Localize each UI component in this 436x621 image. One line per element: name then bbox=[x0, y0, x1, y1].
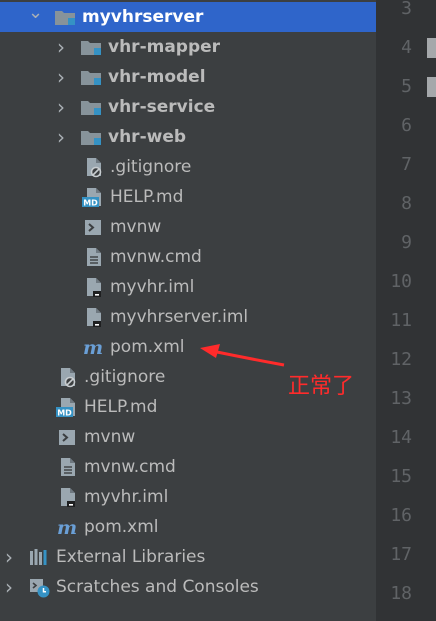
tree-item[interactable]: ⌄ myvhrserver bbox=[0, 2, 376, 32]
tree-item-label: vhr-model bbox=[108, 67, 206, 87]
chevron-right-icon[interactable]: › bbox=[54, 65, 68, 89]
libraries-icon bbox=[28, 546, 50, 568]
line-number: 6 bbox=[401, 115, 412, 136]
tree-item[interactable]: mvnw.cmd bbox=[0, 452, 376, 482]
svg-text:m: m bbox=[83, 337, 103, 358]
tree-item-label: myvhr.iml bbox=[84, 487, 169, 507]
tree-item-label: .gitignore bbox=[110, 157, 192, 177]
text-file-icon bbox=[56, 456, 78, 478]
tree-item[interactable]: › vhr-service bbox=[0, 92, 376, 122]
module-folder-icon bbox=[80, 126, 102, 148]
tree-item-label: myvhrserver bbox=[82, 7, 204, 27]
text-file-icon bbox=[82, 246, 104, 268]
tree-item[interactable]: m pom.xml bbox=[0, 332, 376, 362]
iml-file-icon bbox=[82, 276, 104, 298]
line-number: 7 bbox=[401, 154, 412, 175]
tree-item-label: myvhrserver.iml bbox=[110, 307, 249, 327]
line-number: 9 bbox=[401, 232, 412, 253]
tree-item-label: .gitignore bbox=[84, 367, 166, 387]
tree-item[interactable]: › vhr-model bbox=[0, 62, 376, 92]
tree-item-label: mvnw.cmd bbox=[84, 457, 176, 477]
tree-item-label: HELP.md bbox=[84, 397, 158, 417]
tree-item-label: External Libraries bbox=[56, 547, 206, 567]
tree-item-label: mvnw bbox=[84, 427, 136, 447]
tree-item-label: mvnw bbox=[110, 217, 162, 237]
line-number: 3 bbox=[401, 0, 412, 19]
svg-text:m: m bbox=[57, 517, 77, 538]
tree-item[interactable]: mvnw bbox=[0, 212, 376, 242]
tree-item[interactable]: › Scratches and Consoles bbox=[0, 572, 376, 602]
shell-script-icon bbox=[56, 426, 78, 448]
line-number: 12 bbox=[390, 349, 412, 370]
project-tree-panel: ⌄ myvhrserver › vhr-mapper › vhr-model › vhr-se… bbox=[0, 0, 376, 621]
line-number: 10 bbox=[390, 271, 412, 292]
tree-item-label: myvhr.iml bbox=[110, 277, 195, 297]
tree-item[interactable]: myvhr.iml bbox=[0, 482, 376, 512]
line-number: 4 bbox=[401, 37, 412, 58]
line-number: 18 bbox=[390, 583, 412, 604]
tree-item[interactable]: › vhr-web bbox=[0, 122, 376, 152]
line-number: 14 bbox=[390, 427, 412, 448]
fold-marker[interactable] bbox=[427, 38, 436, 58]
maven-pom-icon: m bbox=[56, 516, 78, 538]
tree-item[interactable]: myvhrserver.iml bbox=[0, 302, 376, 332]
line-number: 13 bbox=[390, 388, 412, 409]
annotation-arrow bbox=[200, 344, 285, 367]
maven-pom-icon: m bbox=[82, 336, 104, 358]
markdown-file-icon: MD bbox=[56, 396, 78, 418]
iml-file-icon bbox=[56, 486, 78, 508]
fold-marker[interactable] bbox=[427, 77, 436, 97]
shell-script-icon bbox=[82, 216, 104, 238]
tree-item[interactable]: › vhr-mapper bbox=[0, 32, 376, 62]
tree-item-label: vhr-service bbox=[108, 97, 216, 117]
tree-item-label: mvnw.cmd bbox=[110, 247, 202, 267]
tree-item[interactable]: myvhr.iml bbox=[0, 272, 376, 302]
chevron-right-icon[interactable]: › bbox=[2, 545, 16, 569]
markdown-file-icon: MD bbox=[82, 186, 104, 208]
chevron-down-icon[interactable]: ⌄ bbox=[28, 2, 43, 23]
gitignore-file-icon bbox=[82, 156, 104, 178]
svg-text:MD: MD bbox=[83, 199, 98, 208]
chevron-right-icon[interactable]: › bbox=[54, 125, 68, 149]
tree-item[interactable]: mvnw.cmd bbox=[0, 242, 376, 272]
module-folder-icon bbox=[80, 96, 102, 118]
tree-item-label: vhr-web bbox=[108, 127, 187, 147]
chevron-right-icon[interactable]: › bbox=[54, 95, 68, 119]
line-number: 11 bbox=[390, 310, 412, 331]
svg-text:MD: MD bbox=[57, 409, 72, 418]
tree-item[interactable]: MD HELP.md bbox=[0, 182, 376, 212]
line-number: 5 bbox=[401, 76, 412, 97]
iml-file-icon bbox=[82, 306, 104, 328]
scratches-icon bbox=[28, 576, 50, 598]
tree-item-label: pom.xml bbox=[110, 337, 185, 357]
line-number: 17 bbox=[390, 544, 412, 565]
annotation-text: 正常了 bbox=[288, 374, 355, 399]
line-number: 8 bbox=[401, 193, 412, 214]
tree-item-label: Scratches and Consoles bbox=[56, 577, 259, 597]
module-folder-icon bbox=[80, 36, 102, 58]
tree-item-label: vhr-mapper bbox=[108, 37, 221, 57]
tree-item[interactable]: › External Libraries bbox=[0, 542, 376, 572]
tree-item[interactable]: .gitignore bbox=[0, 152, 376, 182]
chevron-right-icon[interactable]: › bbox=[2, 575, 16, 599]
tree-item-label: HELP.md bbox=[110, 187, 184, 207]
line-number: 15 bbox=[390, 466, 412, 487]
gitignore-file-icon bbox=[56, 366, 78, 388]
module-folder-icon bbox=[80, 66, 102, 88]
tree-item[interactable]: m pom.xml bbox=[0, 512, 376, 542]
module-folder-icon bbox=[54, 6, 76, 28]
chevron-right-icon[interactable]: › bbox=[54, 35, 68, 59]
tree-item[interactable]: mvnw bbox=[0, 422, 376, 452]
tree-item-label: pom.xml bbox=[84, 517, 159, 537]
line-number: 16 bbox=[390, 505, 412, 526]
